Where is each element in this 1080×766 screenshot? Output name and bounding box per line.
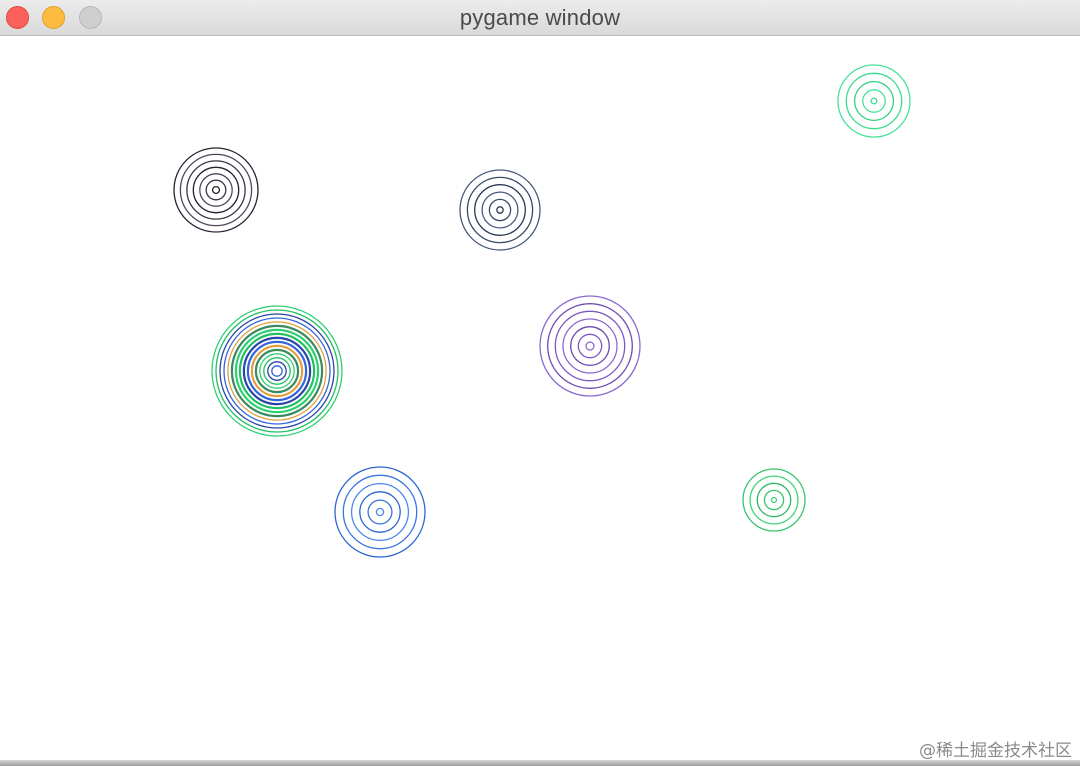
watermark-text: @稀土掘金技术社区 [919, 741, 1072, 761]
ripple-ring [837, 64, 911, 138]
ripple-ring [271, 365, 283, 377]
window-title: pygame window [459, 5, 621, 30]
ripple-ring [577, 333, 603, 359]
ripple-green-right [742, 468, 806, 532]
ripple-ring [870, 97, 878, 105]
ripple-ring [853, 80, 895, 122]
ripple-ring [862, 89, 886, 113]
ripple-ring [334, 466, 426, 558]
title-bar[interactable]: pygame window [0, 0, 1080, 36]
ripple-ring [375, 507, 385, 517]
ripple-ring [459, 169, 541, 251]
ripple-ring [770, 496, 778, 504]
ripple-ring [554, 310, 626, 382]
ripple-ring [211, 185, 221, 195]
ripple-ring [585, 341, 595, 351]
ripple-blue [334, 466, 426, 558]
ripple-ring [496, 206, 504, 214]
ripple-navy [459, 169, 541, 251]
ripple-ring [342, 474, 418, 550]
ripple-ring [763, 489, 785, 511]
ripple-mint-top [837, 64, 911, 138]
ripple-ring [488, 198, 512, 222]
ripple-ring [215, 309, 339, 433]
ripple-ring [570, 326, 610, 366]
ripple-ring [259, 353, 295, 389]
ripple-ring [547, 303, 633, 389]
ripple-ring [205, 179, 227, 201]
ripple-ring [367, 499, 393, 525]
ripple-ring [254, 348, 300, 394]
ripple-ring [219, 313, 335, 429]
ripple-green-blue-large [211, 305, 343, 437]
ripple-ring [756, 482, 792, 518]
ripple-ring [179, 153, 253, 227]
window-bottom-edge [0, 760, 1080, 766]
ripple-ring [199, 173, 233, 207]
ripple-ring [227, 321, 327, 421]
ripple-ring [242, 336, 312, 406]
ripple-drawing [173, 64, 911, 558]
ripple-black [173, 147, 259, 233]
ripple-ring [466, 176, 534, 244]
pygame-window: pygame window @稀土掘金技术社区 [0, 0, 1080, 766]
ripple-purple [539, 295, 641, 397]
ripple-ring [481, 191, 519, 229]
ripple-ring [267, 361, 287, 381]
ripple-ring [186, 160, 246, 220]
ripple-ring [742, 468, 806, 532]
game-canvas[interactable] [0, 36, 1080, 760]
ripple-ring [359, 491, 401, 533]
ripple-ring [230, 324, 324, 418]
